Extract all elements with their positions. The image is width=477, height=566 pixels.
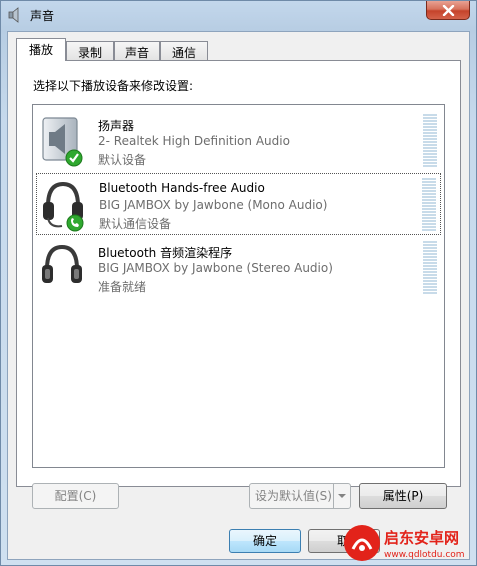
close-button[interactable] <box>426 1 470 20</box>
tab-label: 声音 <box>124 46 149 60</box>
volume-meter <box>422 178 436 232</box>
dialog-client-area: 播放 录制 声音 通信 选择以下播放设备来修改设置: 扬声器 2- Realte… <box>7 31 470 560</box>
tab-communications[interactable]: 通信 <box>160 41 208 60</box>
device-name: Bluetooth 音频渲染程序 <box>98 246 233 260</box>
default-check-badge-icon <box>65 149 83 167</box>
button-label: 确定 <box>252 534 277 548</box>
device-status: 默认通信设备 <box>99 217 172 231</box>
site-watermark: 启东安卓网 www.qdlotdu.com <box>342 523 474 563</box>
speaker-icon <box>42 117 83 167</box>
device-status: 默认设备 <box>98 153 147 167</box>
properties-button[interactable]: 属性(P) <box>359 483 447 509</box>
tab-recording[interactable]: 录制 <box>66 41 114 60</box>
tab-playback[interactable]: 播放 <box>16 38 66 61</box>
device-description: BIG JAMBOX by Jawbone (Stereo Audio) <box>98 261 333 275</box>
sound-dialog-window: 声音 播放 录制 声音 通信 选择以下播放设备来修改设置: 扬声器 2- Rea… <box>0 0 477 566</box>
instruction-text: 选择以下播放设备来修改设置: <box>33 79 194 93</box>
set-default-dropdown-arrow[interactable] <box>333 484 350 508</box>
button-label: 属性(P) <box>382 489 424 503</box>
device-description: BIG JAMBOX by Jawbone (Mono Audio) <box>99 198 328 212</box>
device-status: 准备就绪 <box>98 280 147 294</box>
device-item-bluetooth-handsfree[interactable]: Bluetooth Hands-free Audio BIG JAMBOX by… <box>36 173 441 235</box>
playback-device-list[interactable]: 扬声器 2- Realtek High Definition Audio 默认设… <box>32 104 445 468</box>
ok-button[interactable]: 确定 <box>229 529 301 553</box>
set-default-button[interactable]: 设为默认值(S) <box>249 483 351 509</box>
tab-label: 通信 <box>171 46 196 60</box>
volume-meter <box>423 241 437 295</box>
close-icon <box>442 5 455 16</box>
button-label: 设为默认值(S) <box>255 489 332 503</box>
playback-tab-panel: 选择以下播放设备来修改设置: 扬声器 2- Realtek High Defin… <box>16 60 461 487</box>
tab-label: 播放 <box>28 43 53 57</box>
device-name: Bluetooth Hands-free Audio <box>99 181 265 195</box>
configure-button[interactable]: 配置(C) <box>32 483 119 509</box>
default-communication-phone-badge-icon <box>66 214 84 232</box>
tab-sounds[interactable]: 声音 <box>114 41 160 60</box>
device-item-speakers[interactable]: 扬声器 2- Realtek High Definition Audio 默认设… <box>36 110 441 172</box>
button-label: 配置(C) <box>54 489 97 503</box>
title-bar[interactable]: 声音 <box>1 1 476 29</box>
device-item-bluetooth-stereo[interactable]: Bluetooth 音频渲染程序 BIG JAMBOX by Jawbone (… <box>36 237 441 299</box>
window-title: 声音 <box>30 9 55 23</box>
device-description: 2- Realtek High Definition Audio <box>98 134 290 148</box>
device-name: 扬声器 <box>98 119 135 133</box>
watermark-url: www.qdlotdu.com <box>384 550 465 560</box>
speaker-app-icon <box>8 7 19 23</box>
tab-label: 录制 <box>77 46 102 60</box>
chevron-down-icon <box>338 494 346 498</box>
headphones-icon <box>42 244 82 283</box>
headset-icon <box>43 181 84 232</box>
watermark-brand: 启东安卓网 <box>384 529 459 547</box>
watermark-logo-icon: 启东安卓网 www.qdlotdu.com <box>344 525 465 561</box>
volume-meter <box>423 114 437 168</box>
